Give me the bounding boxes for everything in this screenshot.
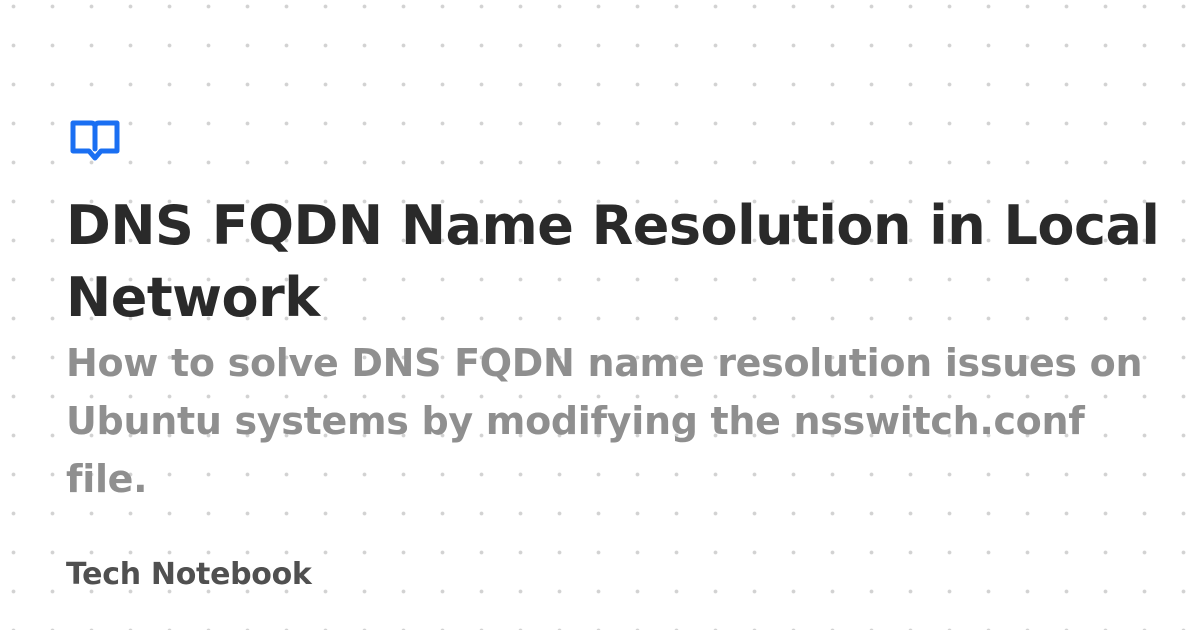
book-icon [68, 118, 122, 162]
site-name: Tech Notebook [66, 557, 312, 592]
page-description: How to solve DNS FQDN name resolution is… [66, 341, 1143, 501]
page-title: DNS FQDN Name Resolution in Local Networ… [66, 194, 1160, 329]
